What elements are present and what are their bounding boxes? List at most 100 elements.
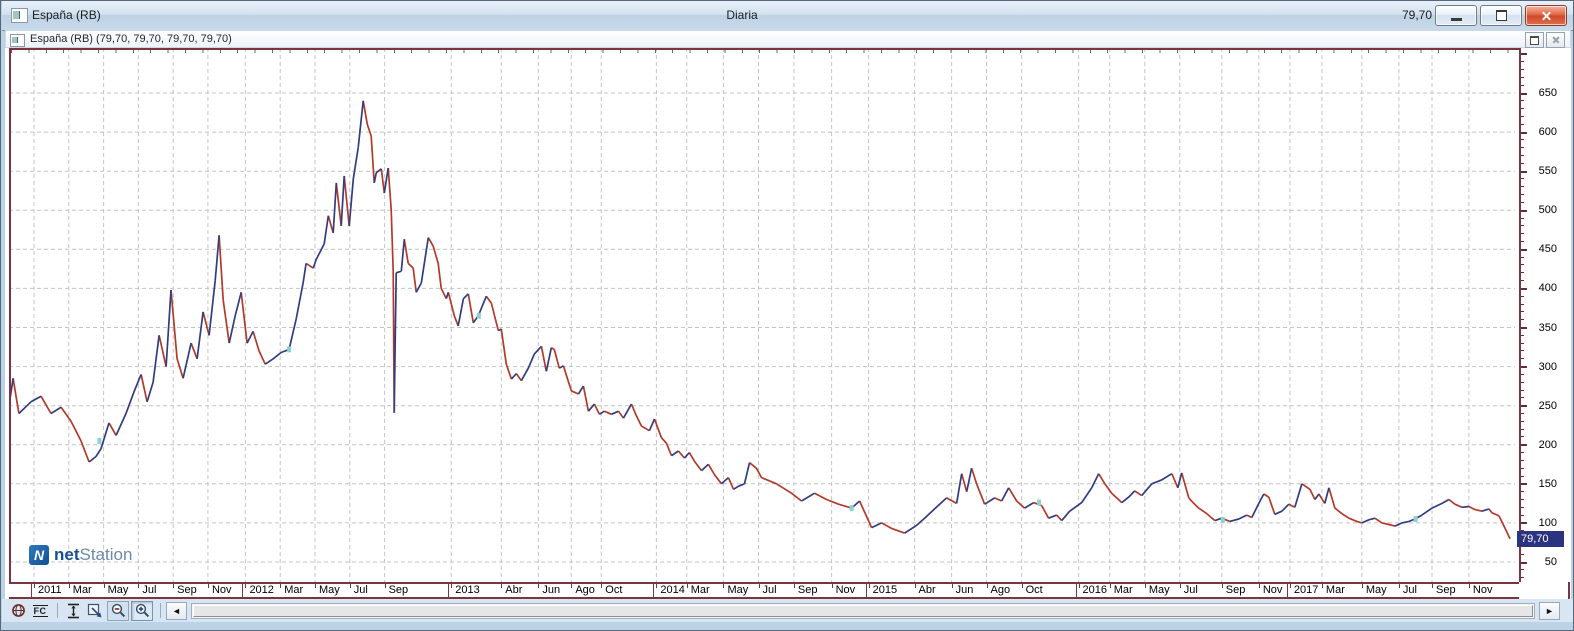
date-axis-month-label: Oct: [1026, 584, 1043, 597]
price-axis-tick: [1521, 444, 1527, 446]
chart-scrollbar-thumb[interactable]: [193, 605, 1533, 617]
fit-vertical-button[interactable]: [63, 602, 83, 620]
price-axis-tick: [1521, 382, 1524, 383]
restore-icon: [1496, 10, 1507, 21]
globe-button[interactable]: [8, 602, 28, 620]
date-axis-tick: [138, 584, 139, 588]
price-axis-tick: [1521, 522, 1527, 524]
price-axis-tick: [1521, 530, 1524, 531]
price-axis-tick: [1521, 264, 1524, 265]
date-axis-month-label: Nov: [1263, 584, 1283, 597]
price-axis-tick: [1521, 202, 1524, 203]
price-axis-tick: [1521, 139, 1524, 140]
price-axis-tick: [1521, 577, 1524, 578]
price-axis-tick: [1521, 405, 1527, 407]
date-axis-tick: [1432, 584, 1433, 588]
year-separator: [653, 584, 654, 597]
netstation-window: España (RB) Diaria 79,70 España (RB) (79…: [0, 0, 1574, 631]
price-axis-tick: [1521, 225, 1524, 226]
date-axis-tick: [69, 584, 70, 588]
scroll-left-button[interactable]: ◄: [166, 602, 187, 620]
zoom-in-button[interactable]: [131, 601, 153, 621]
price-axis-tick: [1521, 272, 1524, 273]
date-axis-year-label: 2017: [1294, 584, 1318, 597]
date-axis-month-label: Jul: [354, 584, 368, 597]
date-axis-tick: [1110, 584, 1111, 588]
price-axis-tick: [1521, 491, 1524, 492]
price-axis-tick: [1521, 233, 1524, 234]
price-axis-tick: [1521, 397, 1524, 398]
price-axis-tick: [1521, 311, 1524, 312]
date-axis-tick: [1180, 584, 1181, 588]
price-axis-tick: [1521, 569, 1524, 570]
year-separator: [31, 584, 32, 597]
price-axis-label: 300: [1539, 360, 1557, 374]
date-axis-tick: [656, 584, 657, 588]
chart-scrollbar-track[interactable]: [191, 603, 1535, 619]
zoom-area-button[interactable]: [85, 602, 105, 620]
price-axis-tick: [1521, 288, 1527, 290]
zoom-area-icon: [87, 603, 103, 619]
price-axis-tick: [1521, 53, 1527, 55]
netstation-logo-bold: net: [54, 545, 80, 565]
close-button[interactable]: [1525, 5, 1567, 26]
restore-button[interactable]: [1480, 5, 1522, 26]
price-axis-tick: [1521, 327, 1527, 329]
fc-scale-button[interactable]: FC: [30, 602, 50, 620]
date-axis-month-label: Oct: [605, 584, 622, 597]
netstation-logo-light: Station: [80, 545, 133, 565]
chart-restore-button[interactable]: [1525, 32, 1544, 48]
price-axis-tick: [1521, 546, 1524, 547]
date-axis-tick: [794, 584, 795, 588]
price-axis-tick: [1521, 554, 1524, 555]
plot-area[interactable]: N netStation: [9, 48, 1515, 582]
year-separator: [1287, 584, 1288, 597]
price-axis-tick: [1521, 124, 1524, 125]
date-axis-month-label: May: [108, 584, 129, 597]
price-axis-tick: [1521, 390, 1524, 391]
zoom-out-button[interactable]: [107, 601, 129, 621]
price-axis-tick: [1521, 210, 1527, 212]
chart-toolbar: FC: [2, 599, 1574, 622]
price-axis-tick: [1521, 249, 1527, 251]
date-axis-year-label: 2015: [873, 584, 897, 597]
price-axis-tick: [1521, 483, 1527, 485]
date-axis-month-label: Nov: [836, 584, 856, 597]
fit-vertical-icon: [66, 603, 81, 619]
year-separator: [1076, 584, 1077, 597]
date-axis-tick: [571, 584, 572, 588]
minimize-button[interactable]: [1435, 5, 1477, 26]
date-axis-month-label: Jun: [542, 584, 560, 597]
date-axis-tick: [385, 584, 386, 588]
date-axis-year-label: 2016: [1083, 584, 1107, 597]
scroll-right-icon: ►: [1545, 606, 1554, 616]
price-axis-tick: [1521, 366, 1527, 368]
scroll-right-button[interactable]: ►: [1539, 602, 1560, 620]
price-axis-tick: [1521, 116, 1524, 117]
date-axis-tick: [723, 584, 724, 588]
date-axis-month-label: Nov: [1473, 584, 1493, 597]
date-axis-tick: [1079, 584, 1080, 588]
last-price-badge: 79,70: [1517, 531, 1564, 547]
date-axis-month-label: Jul: [142, 584, 156, 597]
price-axis-label: 550: [1539, 164, 1557, 178]
price-axis-tick: [1521, 280, 1524, 281]
price-axis-tick: [1521, 562, 1527, 564]
price-axis-tick: [1521, 507, 1524, 508]
date-axis-tick: [1322, 584, 1323, 588]
price-axis-label: 200: [1539, 438, 1557, 452]
date-axis-month-label: Jul: [763, 584, 777, 597]
chart-close-button[interactable]: [1546, 32, 1565, 48]
zoom-out-icon: [111, 603, 126, 618]
price-axis: 79,70 5010015020025030035040045050055060…: [1519, 48, 1570, 582]
price-axis-tick: [1521, 319, 1524, 320]
zoom-in-icon: [135, 603, 150, 618]
date-axis-year-label: 2014: [660, 584, 684, 597]
price-series-chart[interactable]: [9, 48, 1515, 582]
netstation-logo-mark-icon: N: [29, 545, 49, 565]
date-axis-month-label: Jun: [956, 584, 974, 597]
price-axis-tick: [1521, 515, 1524, 516]
date-axis-tick: [1399, 584, 1400, 588]
chart-restore-icon: [1530, 36, 1539, 45]
price-axis-tick: [1521, 538, 1524, 539]
